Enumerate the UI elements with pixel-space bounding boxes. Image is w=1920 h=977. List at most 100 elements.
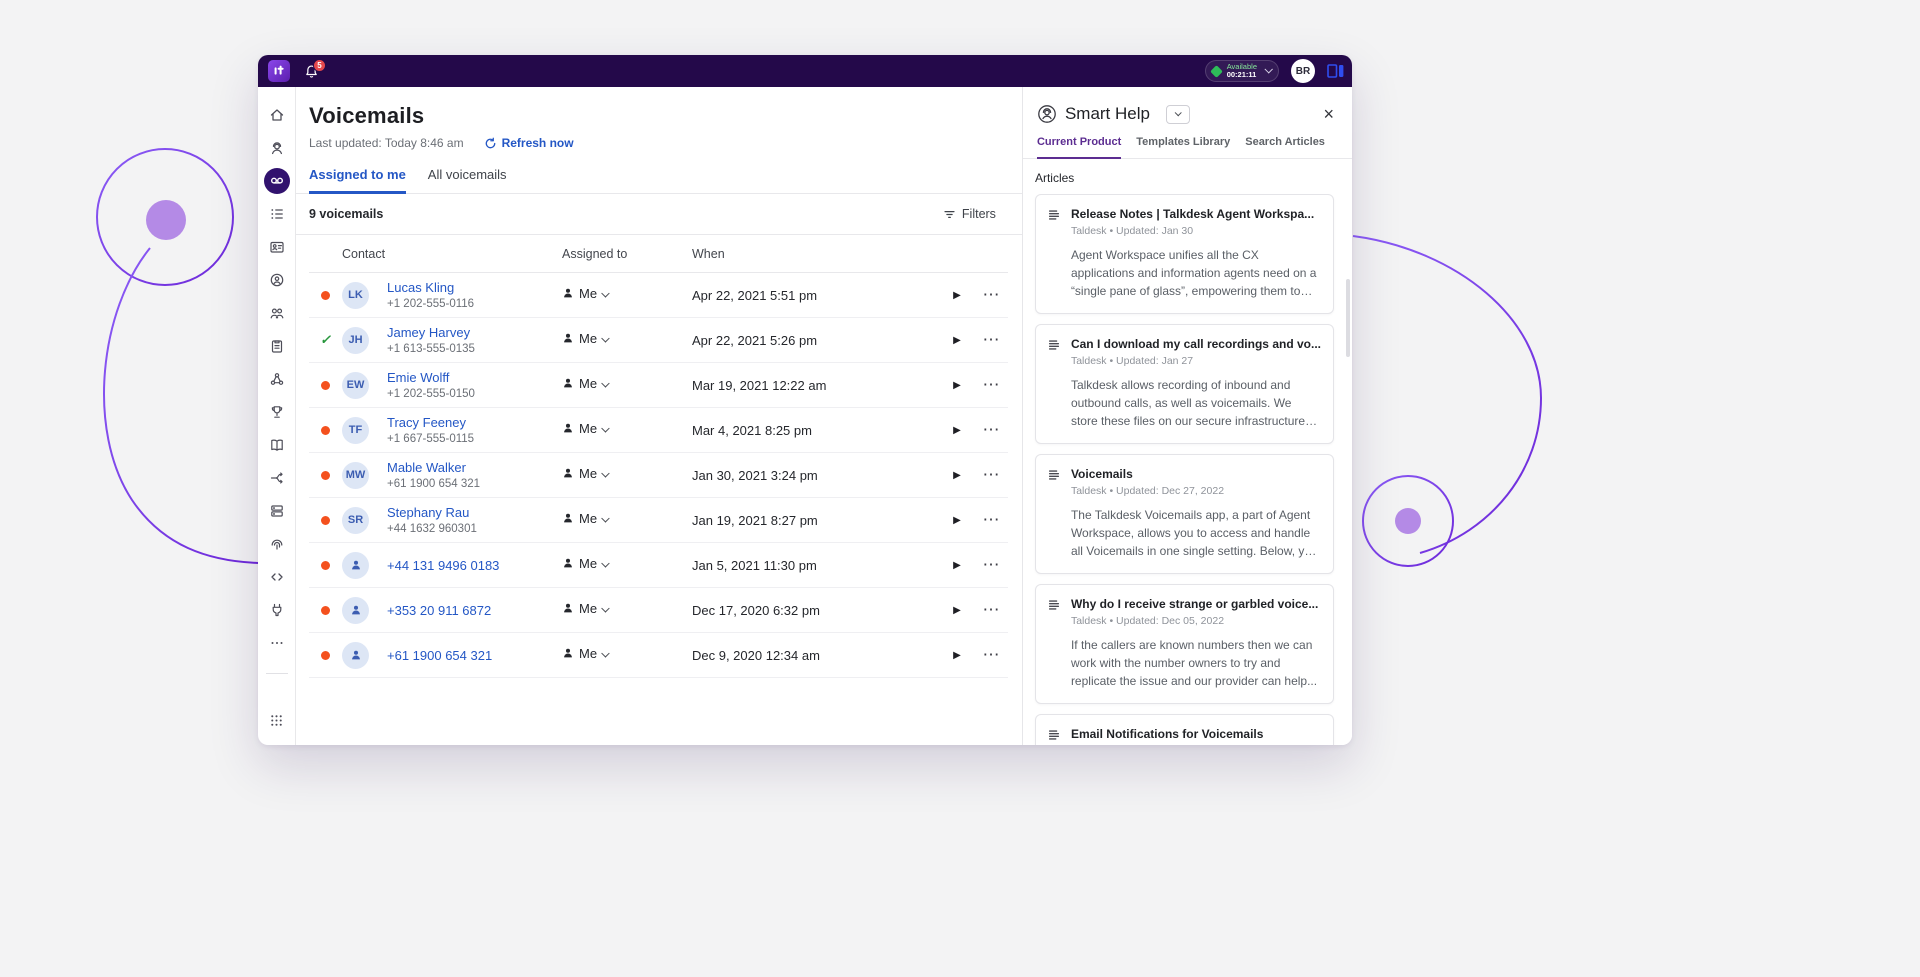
contact-name-link[interactable]: +61 1900 654 321 — [387, 648, 557, 663]
sidebar-item-knowledge-base[interactable] — [264, 432, 290, 458]
assigned-to-dropdown[interactable]: Me — [562, 376, 608, 391]
play-button[interactable]: ▶ — [953, 515, 961, 526]
tab-templates-library[interactable]: Templates Library — [1136, 136, 1230, 158]
tab-all-voicemails[interactable]: All voicemails — [428, 167, 507, 193]
play-button[interactable]: ▶ — [953, 470, 961, 481]
scrollbar-thumb[interactable] — [1346, 279, 1350, 357]
voicemail-row[interactable]: SR Stephany Rau+44 1632 960301 Me Jan 19… — [309, 498, 1008, 543]
more-options-button[interactable]: ⋯ — [982, 425, 999, 435]
voicemail-row[interactable]: EW Emie Wolff+1 202-555-0150 Me Mar 19, … — [309, 363, 1008, 408]
play-button[interactable]: ▶ — [953, 380, 961, 391]
tab-current-product[interactable]: Current Product — [1037, 136, 1121, 159]
assigned-to-dropdown[interactable]: Me — [562, 646, 608, 661]
smart-help-panel: Smart Help × Current Product Templates L… — [1023, 87, 1352, 745]
topbar: 5 Available 00:21:11 BR — [258, 55, 1352, 87]
notifications-button[interactable]: 5 — [304, 64, 319, 79]
article-card[interactable]: Voicemails Taldesk • Updated: Dec 27, 20… — [1035, 454, 1334, 574]
sidebar-item-more[interactable] — [264, 630, 290, 656]
contact-name-link[interactable]: Stephany Rau — [387, 505, 557, 520]
filters-button[interactable]: Filters — [943, 207, 996, 221]
sidebar-item-biometrics[interactable] — [264, 531, 290, 557]
contact-name-link[interactable]: Mable Walker — [387, 460, 557, 475]
more-options-button[interactable]: ⋯ — [982, 290, 999, 300]
voicemail-row[interactable]: TF Tracy Feeney+1 667-555-0115 Me Mar 4,… — [309, 408, 1008, 453]
status-new-icon — [321, 291, 330, 300]
voicemail-row[interactable]: +61 1900 654 321 Me Dec 9, 2020 12:34 am… — [309, 633, 1008, 678]
assigned-to-dropdown[interactable]: Me — [562, 556, 608, 571]
status-new-icon — [321, 426, 330, 435]
sidebar-item-routing[interactable] — [264, 465, 290, 491]
status-new-icon — [321, 606, 330, 615]
contact-phone: +1 202-555-0150 — [387, 388, 562, 400]
voicemail-row[interactable]: +44 131 9496 0183 Me Jan 5, 2021 11:30 p… — [309, 543, 1008, 588]
sidebar-item-agents[interactable] — [264, 135, 290, 161]
sidebar-item-agent-status[interactable] — [264, 267, 290, 293]
sidebar-item-organization[interactable] — [264, 366, 290, 392]
more-options-button[interactable]: ⋯ — [982, 380, 999, 390]
contact-card-icon — [269, 239, 285, 255]
notification-badge: 5 — [313, 59, 326, 72]
play-button[interactable]: ▶ — [953, 560, 961, 571]
voicemail-row[interactable]: +353 20 911 6872 Me Dec 17, 2020 6:32 pm… — [309, 588, 1008, 633]
article-card[interactable]: Why do I receive strange or garbled voic… — [1035, 584, 1334, 704]
help-apps-dropdown[interactable] — [1166, 105, 1190, 124]
sidebar-item-data[interactable] — [264, 498, 290, 524]
user-avatar[interactable]: BR — [1291, 59, 1315, 83]
page-title: Voicemails — [309, 103, 1022, 129]
article-card[interactable]: Email Notifications for Voicemails Talde… — [1035, 714, 1334, 745]
contact-avatar: EW — [342, 372, 369, 399]
sidebar-item-home[interactable] — [264, 102, 290, 128]
agent-status-dropdown[interactable]: Available 00:21:11 — [1205, 60, 1279, 82]
assigned-to-dropdown[interactable]: Me — [562, 511, 608, 526]
sidebar-item-contacts[interactable] — [264, 234, 290, 260]
talkdesk-logo-icon[interactable] — [268, 60, 290, 82]
sidebar-item-integrations[interactable] — [264, 597, 290, 623]
voicemail-row[interactable]: MW Mable Walker+61 1900 654 321 Me Jan 3… — [309, 453, 1008, 498]
close-panel-button[interactable]: × — [1323, 107, 1334, 121]
contact-name-link[interactable]: Tracy Feeney — [387, 415, 557, 430]
more-options-button[interactable]: ⋯ — [982, 650, 999, 660]
sidebar-item-tasks[interactable] — [264, 333, 290, 359]
voicemail-row[interactable]: ✓ JH Jamey Harvey+1 613-555-0135 Me Apr … — [309, 318, 1008, 363]
contact-name-link[interactable]: Lucas Kling — [387, 280, 557, 295]
tab-search-articles[interactable]: Search Articles — [1245, 136, 1325, 158]
more-options-button[interactable]: ⋯ — [982, 515, 999, 525]
more-options-button[interactable]: ⋯ — [982, 605, 999, 615]
contact-name-link[interactable]: +44 131 9496 0183 — [387, 558, 557, 573]
status-new-icon — [321, 651, 330, 660]
side-panel-toggle-button[interactable] — [1327, 63, 1344, 79]
assigned-to-dropdown[interactable]: Me — [562, 331, 608, 346]
article-card[interactable]: Can I download my call recordings and vo… — [1035, 324, 1334, 444]
refresh-icon — [484, 137, 497, 150]
voicemail-row[interactable]: LK Lucas Kling+1 202-555-0116 Me Apr 22,… — [309, 273, 1008, 318]
more-options-button[interactable]: ⋯ — [982, 470, 999, 480]
help-panel-title: Smart Help — [1065, 104, 1150, 124]
play-button[interactable]: ▶ — [953, 290, 961, 301]
contact-name-link[interactable]: Emie Wolff — [387, 370, 557, 385]
more-options-button[interactable]: ⋯ — [982, 335, 999, 345]
sidebar-item-developer[interactable] — [264, 564, 290, 590]
sidebar-item-teams[interactable] — [264, 300, 290, 326]
assigned-to-dropdown[interactable]: Me — [562, 421, 608, 436]
more-options-button[interactable]: ⋯ — [982, 560, 999, 570]
chevron-down-icon — [602, 604, 610, 612]
status-read-icon: ✓ — [320, 332, 331, 348]
play-button[interactable]: ▶ — [953, 335, 961, 346]
assigned-to-dropdown[interactable]: Me — [562, 466, 608, 481]
sidebar-item-apps-grid[interactable] — [264, 707, 290, 733]
assigned-to-dropdown[interactable]: Me — [562, 601, 608, 616]
sidebar-item-gamification[interactable] — [264, 399, 290, 425]
play-button[interactable]: ▶ — [953, 425, 961, 436]
sidebar-item-voicemails[interactable] — [264, 168, 290, 194]
tab-assigned-to-me[interactable]: Assigned to me — [309, 167, 406, 194]
assigned-to-dropdown[interactable]: Me — [562, 286, 608, 301]
refresh-now-button[interactable]: Refresh now — [484, 136, 574, 150]
sidebar-item-activities[interactable] — [264, 201, 290, 227]
contact-name-link[interactable]: +353 20 911 6872 — [387, 603, 557, 618]
articles-list: Release Notes | Talkdesk Agent Workspa..… — [1023, 194, 1352, 745]
play-button[interactable]: ▶ — [953, 605, 961, 616]
contact-avatar-generic — [342, 642, 369, 669]
article-card[interactable]: Release Notes | Talkdesk Agent Workspa..… — [1035, 194, 1334, 314]
contact-name-link[interactable]: Jamey Harvey — [387, 325, 557, 340]
play-button[interactable]: ▶ — [953, 650, 961, 661]
